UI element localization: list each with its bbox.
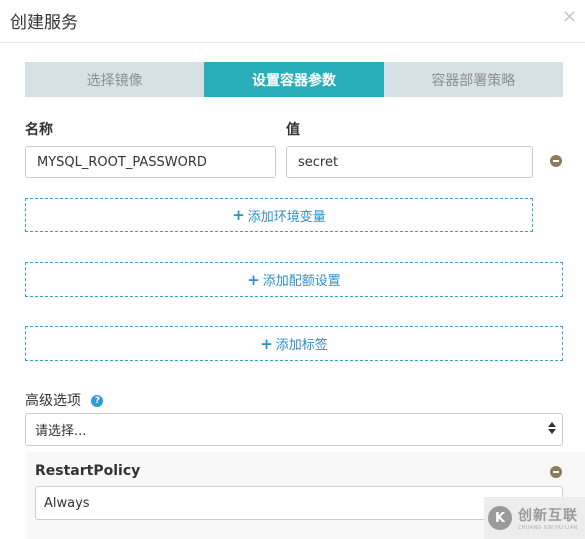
env-name-input[interactable]: MYSQL_ROOT_PASSWORD — [25, 146, 276, 178]
plus-icon: + — [260, 334, 273, 353]
remove-policy-icon[interactable] — [550, 466, 562, 478]
step-tabs: 选择镜像 设置容器参数 容器部署策略 — [25, 62, 563, 97]
select-arrows-icon — [548, 422, 556, 434]
dialog-header: 创建服务 × — [0, 0, 585, 43]
watermark-subtext: CHUANG XIN HU LIAN — [518, 525, 578, 531]
watermark-text: 创新互联 — [518, 508, 578, 524]
add-env-button[interactable]: + 添加环境变量 — [25, 198, 533, 232]
plus-icon: + — [247, 270, 260, 289]
add-label-label: 添加标签 — [275, 338, 328, 353]
plus-icon: + — [232, 206, 245, 224]
close-icon[interactable]: × — [562, 6, 577, 27]
dialog-title: 创建服务 — [10, 13, 78, 33]
watermark-logo-icon: K — [488, 506, 512, 530]
watermark: K 创新互联 CHUANG XIN HU LIAN — [484, 497, 585, 539]
help-icon[interactable]: ? — [91, 395, 104, 407]
restart-policy-label: RestartPolicy — [35, 463, 141, 479]
env-value-input[interactable]: secret — [286, 146, 533, 178]
advanced-options-heading: 高级选项 ? — [25, 390, 104, 410]
add-label-button[interactable]: + 添加标签 — [25, 326, 563, 361]
add-quota-label: 添加配额设置 — [262, 274, 341, 289]
tab-select-image[interactable]: 选择镜像 — [25, 62, 205, 97]
select-value: 请选择... — [35, 424, 87, 439]
add-quota-button[interactable]: + 添加配额设置 — [25, 262, 563, 297]
tab-deploy-strategy[interactable]: 容器部署策略 — [383, 62, 563, 97]
advanced-options-label: 高级选项 — [25, 393, 81, 409]
advanced-options-select[interactable]: 请选择... — [25, 413, 563, 446]
env-value-label: 值 — [286, 122, 300, 138]
remove-env-icon[interactable] — [550, 155, 562, 167]
add-env-label: 添加环境变量 — [247, 209, 326, 225]
tab-container-params[interactable]: 设置容器参数 — [204, 62, 384, 97]
env-name-label: 名称 — [25, 122, 53, 138]
